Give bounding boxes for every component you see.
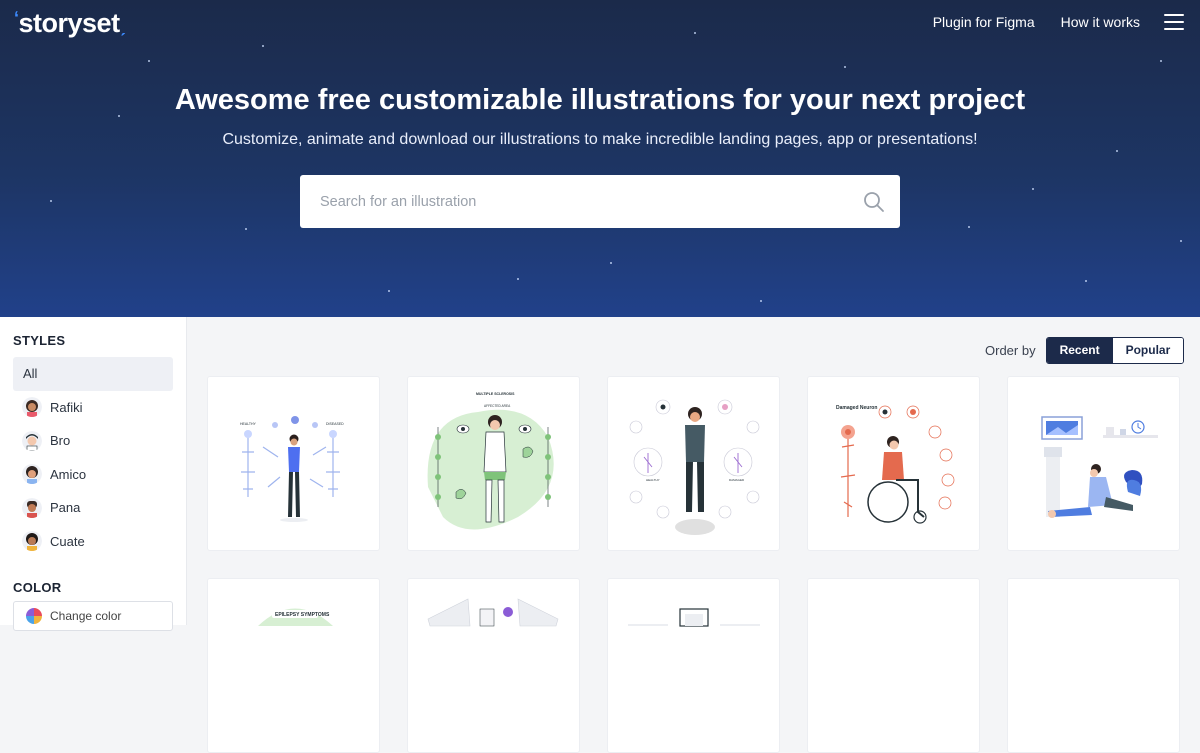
illustration-card[interactable] xyxy=(607,578,780,753)
search-icon[interactable] xyxy=(848,175,900,228)
style-item-label: Cuate xyxy=(50,533,85,549)
order-popular-button[interactable]: Popular xyxy=(1112,338,1184,363)
storyset-logo[interactable]: ʻstorysetˏ xyxy=(14,8,126,39)
style-item-label: Bro xyxy=(50,433,71,449)
svg-text:HEALTHY: HEALTHY xyxy=(646,478,660,482)
search-bar xyxy=(300,175,900,228)
epilepsy-illustration: EPILEPSY SYMPTOMS xyxy=(258,608,333,626)
svg-text:HEALTHY: HEALTHY xyxy=(240,422,257,426)
illustration-card[interactable]: Damaged Neuron xyxy=(807,376,980,551)
style-item-cuate[interactable]: Cuate xyxy=(13,525,173,559)
svg-text:MULTIPLE SCLEROSIS: MULTIPLE SCLEROSIS xyxy=(476,392,515,396)
illustration-card[interactable]: HEALTHY DISEASED xyxy=(207,376,380,551)
card-caption: EPILEPSY SYMPTOMS xyxy=(275,612,330,618)
style-item-all[interactable]: All xyxy=(13,357,173,391)
fainting-person-illustration xyxy=(1041,416,1158,518)
order-recent-button[interactable]: Recent xyxy=(1046,338,1113,363)
search-input[interactable] xyxy=(300,175,848,228)
style-item-label: Rafiki xyxy=(50,399,83,415)
color-heading: COLOR xyxy=(13,580,62,595)
style-item-bro[interactable]: Bro xyxy=(13,424,173,458)
pana-avatar-icon xyxy=(22,497,42,518)
frame-illustration xyxy=(628,608,760,627)
filter-sidebar: STYLES All Rafiki Bro Amico Pana Cuate C… xyxy=(0,317,187,631)
styles-heading: STYLES xyxy=(13,333,66,348)
illustration-card[interactable]: EPILEPSY SYMPTOMS xyxy=(207,578,380,753)
hamburger-menu-icon[interactable] xyxy=(1164,14,1184,30)
star-decoration xyxy=(968,226,970,228)
hero-subtitle: Customize, animate and download our illu… xyxy=(222,131,978,148)
multiple-sclerosis-illustration: MULTIPLE SCLEROSIS AFFECTED AREA xyxy=(427,392,554,530)
change-color-button[interactable]: Change color xyxy=(13,601,173,631)
star-decoration xyxy=(1085,280,1087,282)
top-nav: Plugin for Figma How it works xyxy=(933,14,1184,30)
illustration-card[interactable] xyxy=(407,578,580,753)
star-decoration xyxy=(245,228,247,230)
svg-text:DAMAGED: DAMAGED xyxy=(729,478,745,482)
card-caption: Damaged Neuron xyxy=(836,405,877,411)
cuate-avatar-icon xyxy=(22,531,42,552)
neuron-illustration: HEALTHY DISEASED xyxy=(240,416,344,522)
svg-text:AFFECTED AREA: AFFECTED AREA xyxy=(484,404,511,408)
illustration-card[interactable] xyxy=(807,578,980,753)
star-decoration xyxy=(517,278,519,280)
star-decoration xyxy=(148,60,150,62)
change-color-label: Change color xyxy=(50,609,122,623)
style-item-rafiki[interactable]: Rafiki xyxy=(13,391,173,425)
documents-illustration xyxy=(427,598,559,627)
order-by-label: Order by xyxy=(985,343,1036,358)
star-decoration xyxy=(388,290,390,292)
star-decoration xyxy=(262,45,264,47)
logo-text: storyset xyxy=(18,8,121,38)
amico-avatar-icon xyxy=(22,464,42,485)
wheelchair-neuron-illustration: Damaged Neuron xyxy=(836,405,955,524)
style-item-label: Pana xyxy=(50,500,81,516)
style-item-pana[interactable]: Pana xyxy=(13,491,173,525)
neuron-damage-illustration: HEALTHY DAMAGED xyxy=(629,399,760,535)
bro-avatar-icon xyxy=(22,430,42,451)
style-item-label: All xyxy=(23,366,38,382)
star-decoration xyxy=(694,32,696,34)
illustration-card[interactable] xyxy=(1007,376,1180,551)
order-by-control: Order by Recent Popular xyxy=(985,337,1185,364)
hero-banner: ʻstorysetˏ Plugin for Figma How it works… xyxy=(0,0,1200,317)
order-toggle: Recent Popular xyxy=(1045,337,1185,364)
nav-link-plugin-figma[interactable]: Plugin for Figma xyxy=(933,14,1035,30)
color-wheel-icon xyxy=(26,608,42,624)
svg-text:DISEASED: DISEASED xyxy=(326,422,344,426)
star-decoration xyxy=(1116,150,1118,152)
star-decoration xyxy=(1180,240,1182,242)
rafiki-avatar-icon xyxy=(22,397,42,418)
star-decoration xyxy=(760,300,762,302)
style-item-amico[interactable]: Amico xyxy=(13,458,173,492)
illustration-card[interactable] xyxy=(1007,578,1180,753)
nav-link-how-it-works[interactable]: How it works xyxy=(1061,14,1140,30)
star-decoration xyxy=(610,262,612,264)
hero-title: Awesome free customizable illustrations … xyxy=(174,84,1026,116)
star-decoration xyxy=(844,66,846,68)
star-decoration xyxy=(1160,60,1162,62)
style-item-label: Amico xyxy=(50,466,87,482)
star-decoration xyxy=(1032,188,1034,190)
illustration-card[interactable]: MULTIPLE SCLEROSIS AFFECTED AREA xyxy=(407,376,580,551)
illustration-card[interactable]: HEALTHY DAMAGED xyxy=(607,376,780,551)
star-decoration xyxy=(50,200,52,202)
style-list: All Rafiki Bro Amico Pana Cuate xyxy=(13,357,173,558)
